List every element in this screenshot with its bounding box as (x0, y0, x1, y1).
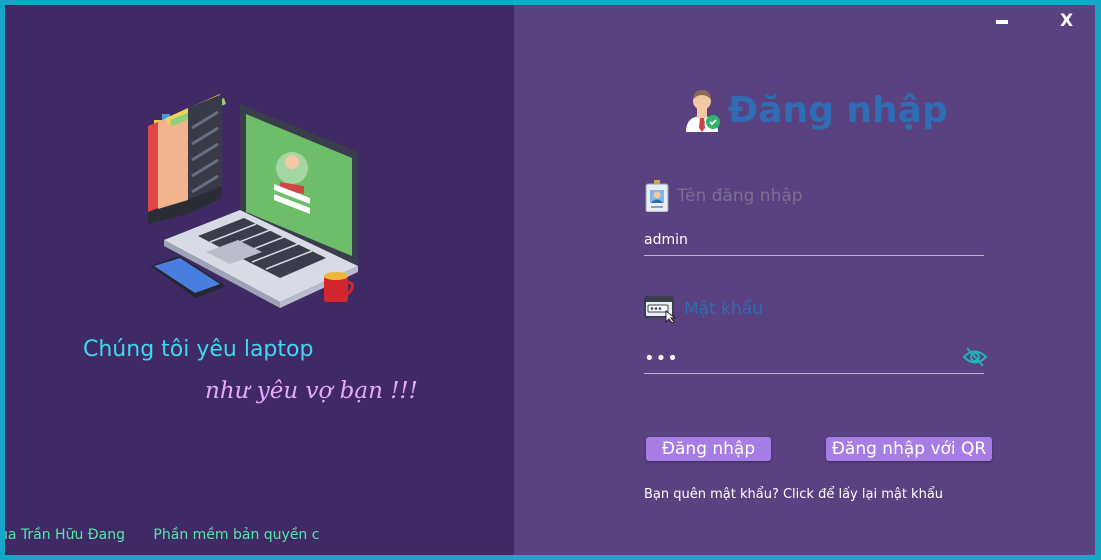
file-organizer (148, 94, 226, 224)
id-badge-icon (645, 180, 669, 212)
footer-marquee: ủa Trần Hữu Đang Phần mềm bản quyền c (5, 527, 343, 543)
page-title: Đăng nhập (728, 89, 948, 131)
password-input[interactable] (644, 343, 984, 374)
tagline-primary: Chúng tôi yêu laptop (83, 337, 314, 362)
eye-slash-icon[interactable] (962, 343, 988, 371)
tagline-secondary: như yêu vợ bạn !!! (205, 378, 418, 404)
username-label-text: Tên đăng nhập (677, 186, 803, 206)
laptop-illustration (148, 94, 358, 308)
login-qr-button[interactable]: Đăng nhập với QR (826, 437, 992, 461)
footer-copyright: Phần mềm bản quyền c (153, 527, 320, 543)
minimize-button[interactable] (996, 11, 1008, 24)
app-window: Chúng tôi yêu laptop như yêu vợ bạn !!! … (0, 0, 1101, 560)
password-label-text: Mật khẩu (684, 299, 763, 319)
user-check-icon (686, 90, 720, 132)
login-button[interactable]: Đăng nhập (646, 437, 771, 461)
forgot-password-link[interactable]: Bạn quên mật khẩu? Click để lấy lại mật … (644, 487, 943, 502)
username-label: Tên đăng nhập (645, 180, 803, 212)
password-window-icon (644, 296, 676, 323)
login-title: Đăng nhập (682, 85, 948, 135)
brand-panel: Chúng tôi yêu laptop như yêu vợ bạn !!! … (5, 5, 514, 555)
close-button[interactable]: X (1060, 11, 1073, 31)
password-label: Mật khẩu (644, 295, 763, 323)
minimize-icon (996, 20, 1008, 24)
username-input[interactable] (644, 225, 984, 256)
login-panel: X Đăng nhập Tên đăng nhập admin Mật khẩu… (514, 5, 1095, 555)
footer-author: ủa Trần Hữu Đang (5, 527, 125, 543)
